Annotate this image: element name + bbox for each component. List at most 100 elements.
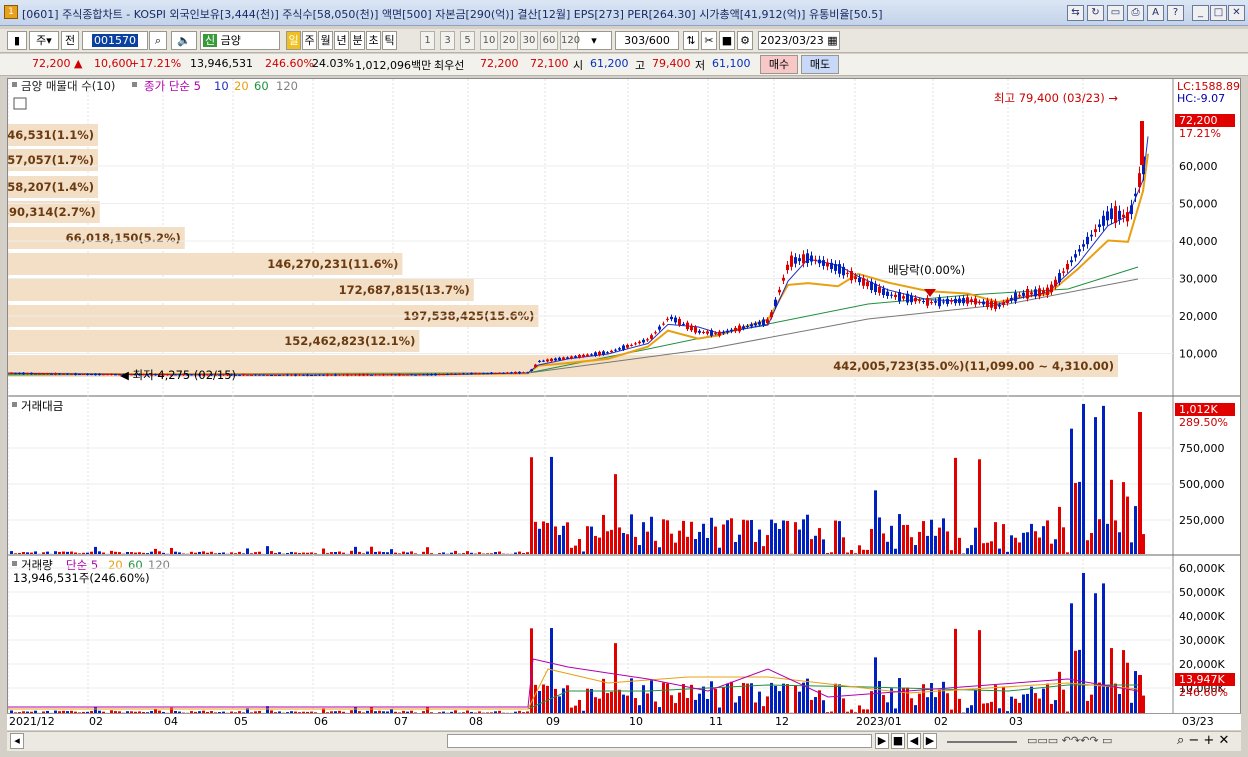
scroll-left-icon[interactable]: ◂	[10, 733, 24, 749]
buy-button[interactable]: 매수	[760, 55, 798, 74]
amount-bar	[998, 548, 1001, 554]
date-field[interactable]: 2023/03/23 ▦	[758, 31, 840, 50]
volume-bar	[910, 698, 913, 713]
tool-icon-1[interactable]: ⇅	[683, 31, 699, 50]
interval-1[interactable]: 1	[420, 31, 435, 50]
amount-bar	[390, 549, 393, 554]
candle	[542, 360, 545, 362]
font-icon[interactable]: A	[1147, 5, 1164, 21]
zoom-in-icon[interactable]: ⌕ − + ✕	[1177, 733, 1229, 748]
ma-legend-marker	[132, 82, 137, 87]
amount-bar	[1014, 537, 1017, 554]
volume-bar	[1062, 689, 1065, 713]
amount-bar	[422, 551, 425, 554]
amount-bar	[1114, 520, 1117, 554]
settings-icon[interactable]: ⚙	[737, 31, 753, 50]
candle	[502, 372, 505, 374]
chart-type-icon[interactable]: ▮	[7, 31, 27, 50]
speaker-icon[interactable]: 🔈	[171, 31, 197, 50]
candle	[434, 373, 437, 376]
candle	[742, 326, 745, 329]
maximize-icon[interactable]: □	[1210, 5, 1227, 21]
volume-bar	[1110, 648, 1113, 713]
window-icon[interactable]: ▭	[1107, 5, 1124, 21]
amount-bar	[322, 548, 325, 554]
candle	[494, 373, 497, 375]
save-icon[interactable]: ■	[719, 31, 735, 50]
interval-10[interactable]: 10	[480, 31, 498, 50]
help-icon[interactable]: ?	[1167, 5, 1184, 21]
chart-svg[interactable]: 13,946,531(1.1%) 21,357,057(1.7%) 18,258,2…	[0, 79, 1240, 728]
interval-20[interactable]: 20	[500, 31, 518, 50]
amount-bar	[762, 546, 765, 554]
search-icon[interactable]: ⌕	[149, 31, 167, 50]
code-input[interactable]: 001570	[82, 31, 148, 50]
amount-bar	[778, 528, 781, 554]
interval-60[interactable]: 60	[540, 31, 558, 50]
interval-120[interactable]: 120	[560, 31, 580, 50]
period-2[interactable]: 월	[318, 31, 333, 50]
volume-bar	[958, 698, 961, 713]
candle	[1118, 210, 1121, 220]
period-5[interactable]: 초	[366, 31, 381, 50]
amount-bar	[806, 514, 809, 554]
chart-area[interactable]: 13,946,531(1.1%) 21,357,057(1.7%) 18,258,2…	[0, 78, 1241, 729]
zoom-slider[interactable]	[947, 741, 1017, 743]
minimize-icon[interactable]: _	[1192, 5, 1209, 21]
candle	[90, 374, 93, 376]
refresh-icon[interactable]: ↻	[1087, 5, 1104, 21]
view-icons[interactable]: ▭▭▭ ↶↷↶↷ ▭	[1027, 734, 1112, 747]
play-icon[interactable]: ▶	[875, 733, 889, 749]
volume-legend-marker	[12, 561, 17, 566]
period-0[interactable]: 일	[286, 31, 301, 50]
period-3[interactable]: 년	[334, 31, 349, 50]
amount-bar	[1098, 519, 1101, 554]
volume-bar	[1098, 682, 1101, 713]
prev-button[interactable]: 전	[61, 31, 79, 50]
interval-custom-select[interactable]: ▾	[576, 31, 612, 50]
amount-bar	[158, 551, 161, 554]
volume-bar	[646, 693, 649, 713]
interval-5[interactable]: 5	[460, 31, 475, 50]
print-icon[interactable]: ⎙	[1127, 5, 1144, 21]
window-title: [0601] 주식종합차트 - KOSPI 외국인보유[3,444(천)] 주식…	[22, 8, 883, 21]
amount-bar	[10, 551, 13, 554]
candle	[1138, 173, 1141, 188]
candle	[346, 374, 349, 376]
market-select[interactable]: 주▾	[29, 31, 59, 50]
candle	[378, 374, 381, 376]
volume-profile-label-0: 13,946,531(1.1%)	[8, 128, 94, 142]
candle	[290, 374, 293, 376]
amount-bar	[638, 545, 641, 554]
candle	[722, 331, 725, 334]
stock-name-field[interactable]: 신 금양	[200, 31, 280, 50]
rewind-icon[interactable]: ◀	[907, 733, 921, 749]
amount-bar	[714, 526, 717, 554]
stop-icon[interactable]: ■	[891, 733, 905, 749]
period-4[interactable]: 분	[350, 31, 365, 50]
amount-bar	[94, 546, 97, 554]
link-icon[interactable]: ⇆	[1067, 5, 1084, 21]
candle	[374, 374, 377, 376]
candle	[362, 374, 365, 376]
chart-scrollbar[interactable]: ◂ ▶ ■ ◀ ▶ ▭▭▭ ↶↷↶↷ ▭ ⌕ − + ✕	[7, 731, 1241, 751]
amount-bar	[922, 521, 925, 554]
interval-30[interactable]: 30	[520, 31, 538, 50]
volume-bar	[606, 693, 609, 713]
period-1[interactable]: 주	[302, 31, 317, 50]
close-icon[interactable]: ✕	[1228, 5, 1245, 21]
interval-3[interactable]: 3	[440, 31, 455, 50]
sell-button[interactable]: 매도	[801, 55, 839, 74]
amount-bar	[1026, 532, 1029, 554]
candle	[850, 270, 853, 281]
period-6[interactable]: 틱	[382, 31, 397, 50]
amount-bar	[1046, 520, 1049, 554]
forward-icon[interactable]: ▶	[923, 733, 937, 749]
scroll-thumb[interactable]	[447, 734, 872, 748]
amount-bar	[1134, 506, 1137, 554]
count-value: 303	[624, 34, 646, 47]
tool-icon-2[interactable]: ✂	[701, 31, 717, 50]
volume-bar	[786, 684, 789, 713]
volume-bar	[914, 705, 917, 713]
count-field[interactable]: 303/600	[615, 31, 679, 50]
